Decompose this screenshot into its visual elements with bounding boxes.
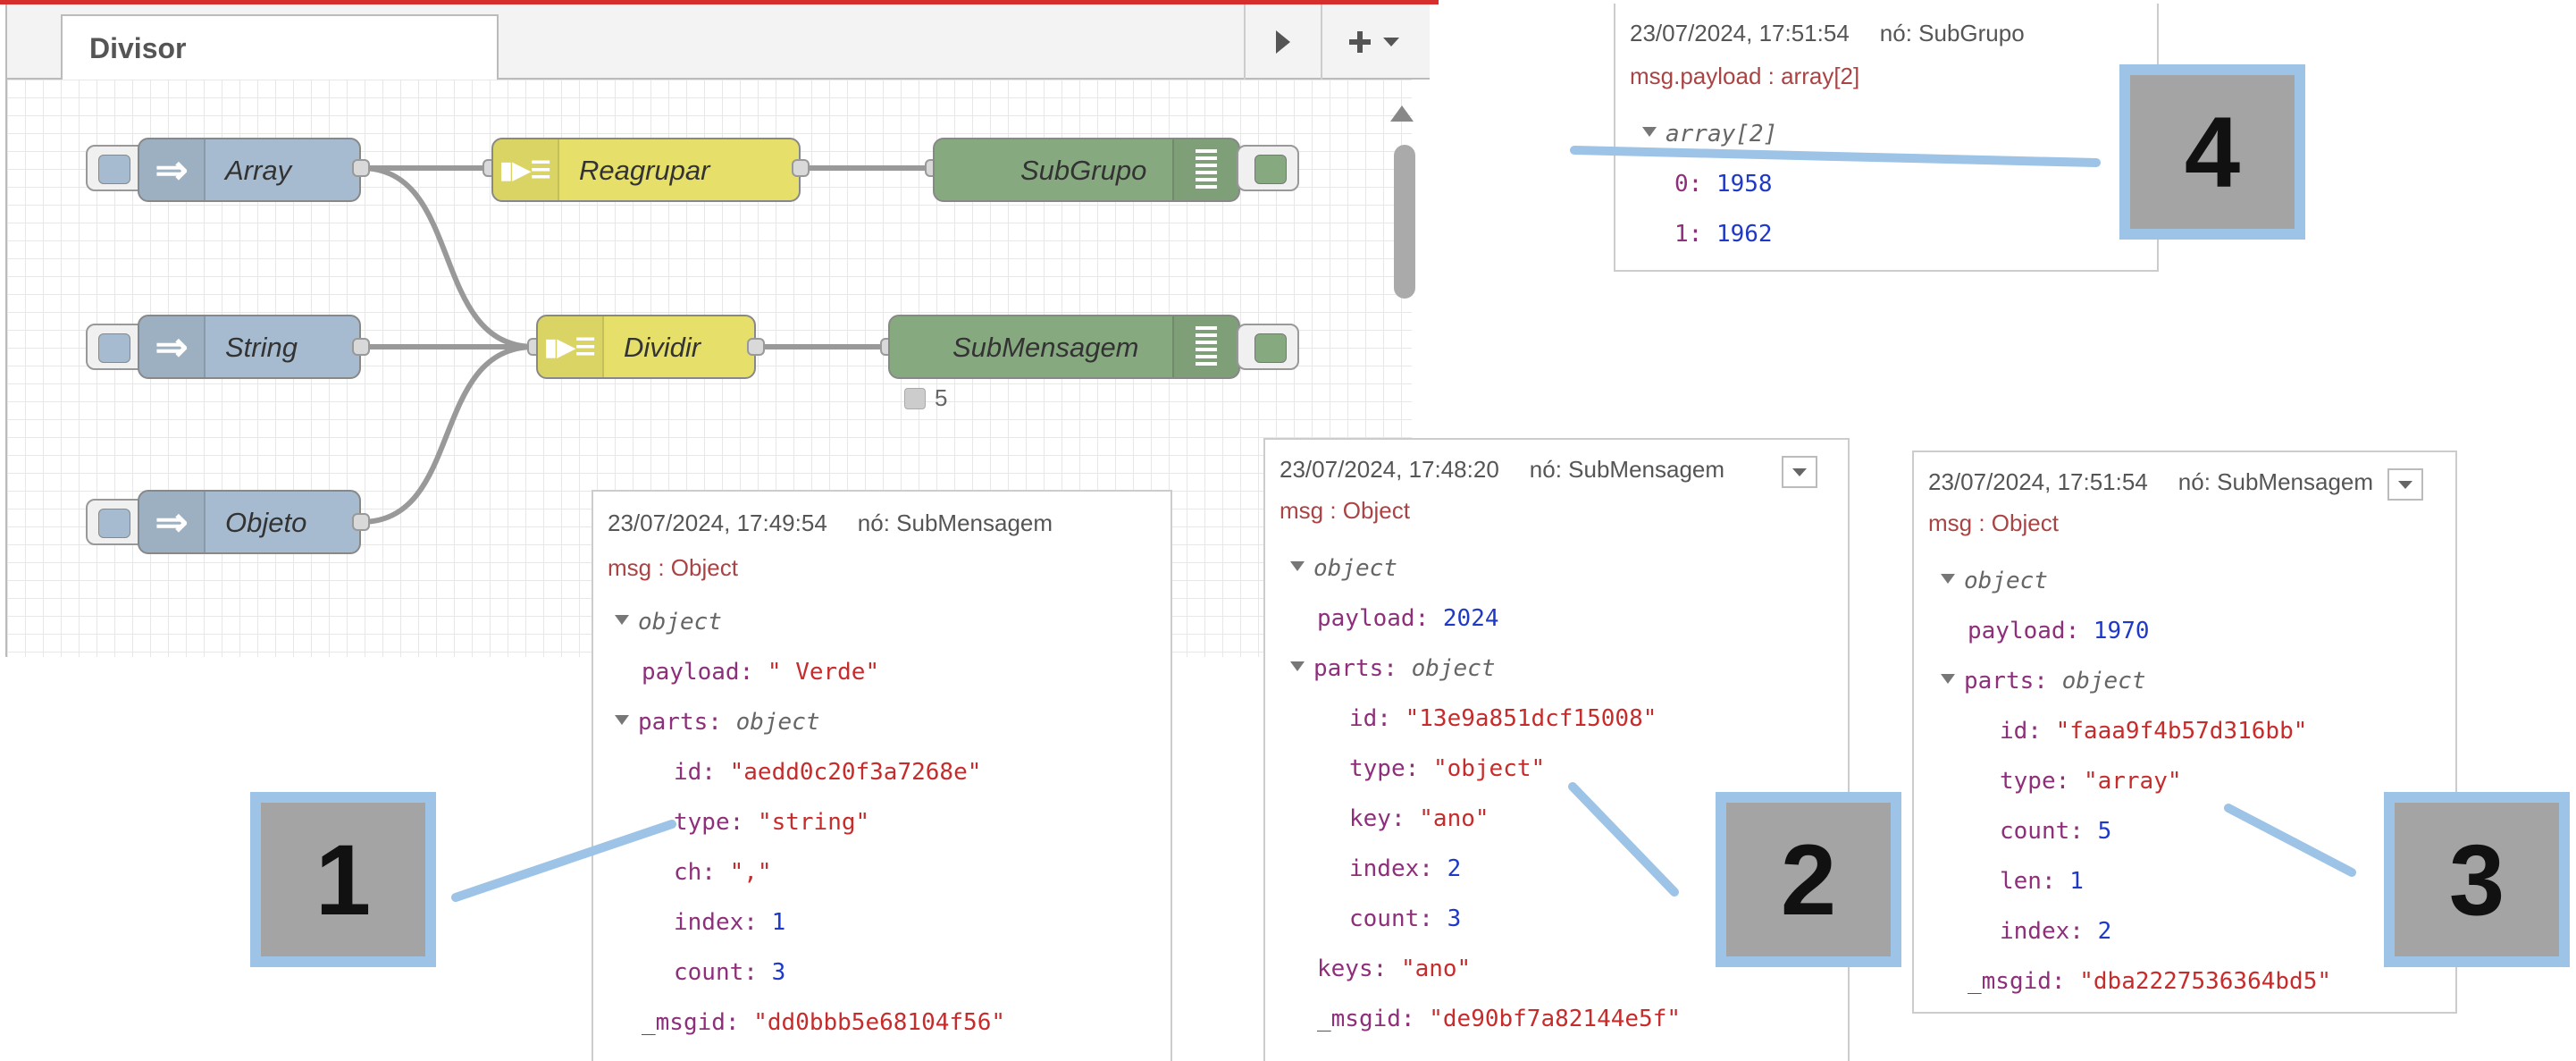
callout-badge-1: 1 — [250, 792, 436, 967]
callout-badge-2: 2 — [1716, 792, 1901, 967]
callout-badge-4: 4 — [2119, 64, 2305, 240]
callout-badge-3: 3 — [2384, 792, 2570, 967]
